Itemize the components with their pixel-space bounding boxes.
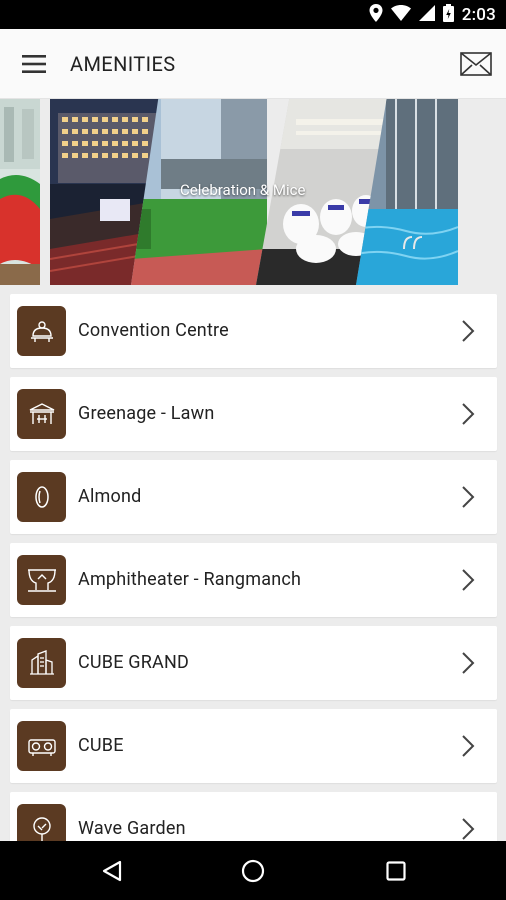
hamburger-menu-icon (22, 55, 46, 73)
projector-icon (17, 721, 66, 771)
location-icon (369, 3, 383, 26)
building-icon (17, 638, 66, 688)
system-navigation-bar (0, 841, 506, 900)
pavilion-icon (17, 389, 66, 439)
list-item[interactable]: Wave Garden (10, 792, 497, 841)
home-circle-icon (241, 859, 265, 882)
list-item[interactable]: Amphitheater - Rangmanch (10, 543, 497, 617)
chevron-right-icon (462, 652, 475, 674)
tree-icon (17, 804, 66, 841)
back-triangle-icon (102, 860, 122, 881)
app-bar: AMENITIES (0, 29, 506, 99)
signal-icon (418, 4, 435, 25)
chevron-right-icon (462, 320, 475, 342)
status-icons: 2:03 (369, 0, 496, 29)
list-item[interactable]: Convention Centre (10, 294, 497, 368)
list-item-label: Amphitheater - Rangmanch (78, 569, 302, 590)
amenities-list: Convention Centre Greenage - Lawn Almond (0, 285, 506, 841)
list-item-label: CUBE (78, 735, 124, 756)
status-bar: 2:03 (0, 0, 506, 29)
almond-icon (17, 472, 66, 522)
mail-button[interactable] (456, 46, 496, 82)
chevron-right-icon (462, 735, 475, 757)
wifi-icon (390, 4, 411, 25)
envelope-icon (460, 52, 492, 76)
chevron-right-icon (462, 569, 475, 591)
battery-icon (442, 3, 454, 26)
back-button[interactable] (82, 841, 142, 900)
status-time: 2:03 (461, 4, 496, 25)
chevron-right-icon (462, 818, 475, 840)
list-item[interactable]: CUBE (10, 709, 497, 783)
list-item-label: Convention Centre (78, 320, 229, 341)
list-item-label: Greenage - Lawn (78, 403, 215, 424)
list-item[interactable]: CUBE GRAND (10, 626, 497, 700)
reception-bell-icon (17, 306, 66, 356)
chevron-right-icon (462, 486, 475, 508)
stage-curtain-icon (17, 555, 66, 605)
list-item-label: Wave Garden (78, 818, 186, 839)
banner-caption: Celebration & Mice (180, 181, 306, 199)
list-item-label: Almond (78, 486, 142, 507)
amenities-banner[interactable]: Celebration & Mice (0, 99, 506, 285)
page-title: AMENITIES (70, 52, 176, 76)
chevron-right-icon (462, 403, 475, 425)
recents-button[interactable] (366, 841, 426, 900)
recents-square-icon (386, 860, 406, 881)
home-button[interactable] (223, 841, 283, 900)
menu-button[interactable] (14, 46, 54, 82)
banner-image-flags (0, 99, 40, 285)
list-item-label: CUBE GRAND (78, 652, 190, 673)
list-item[interactable]: Greenage - Lawn (10, 377, 497, 451)
list-item[interactable]: Almond (10, 460, 497, 534)
